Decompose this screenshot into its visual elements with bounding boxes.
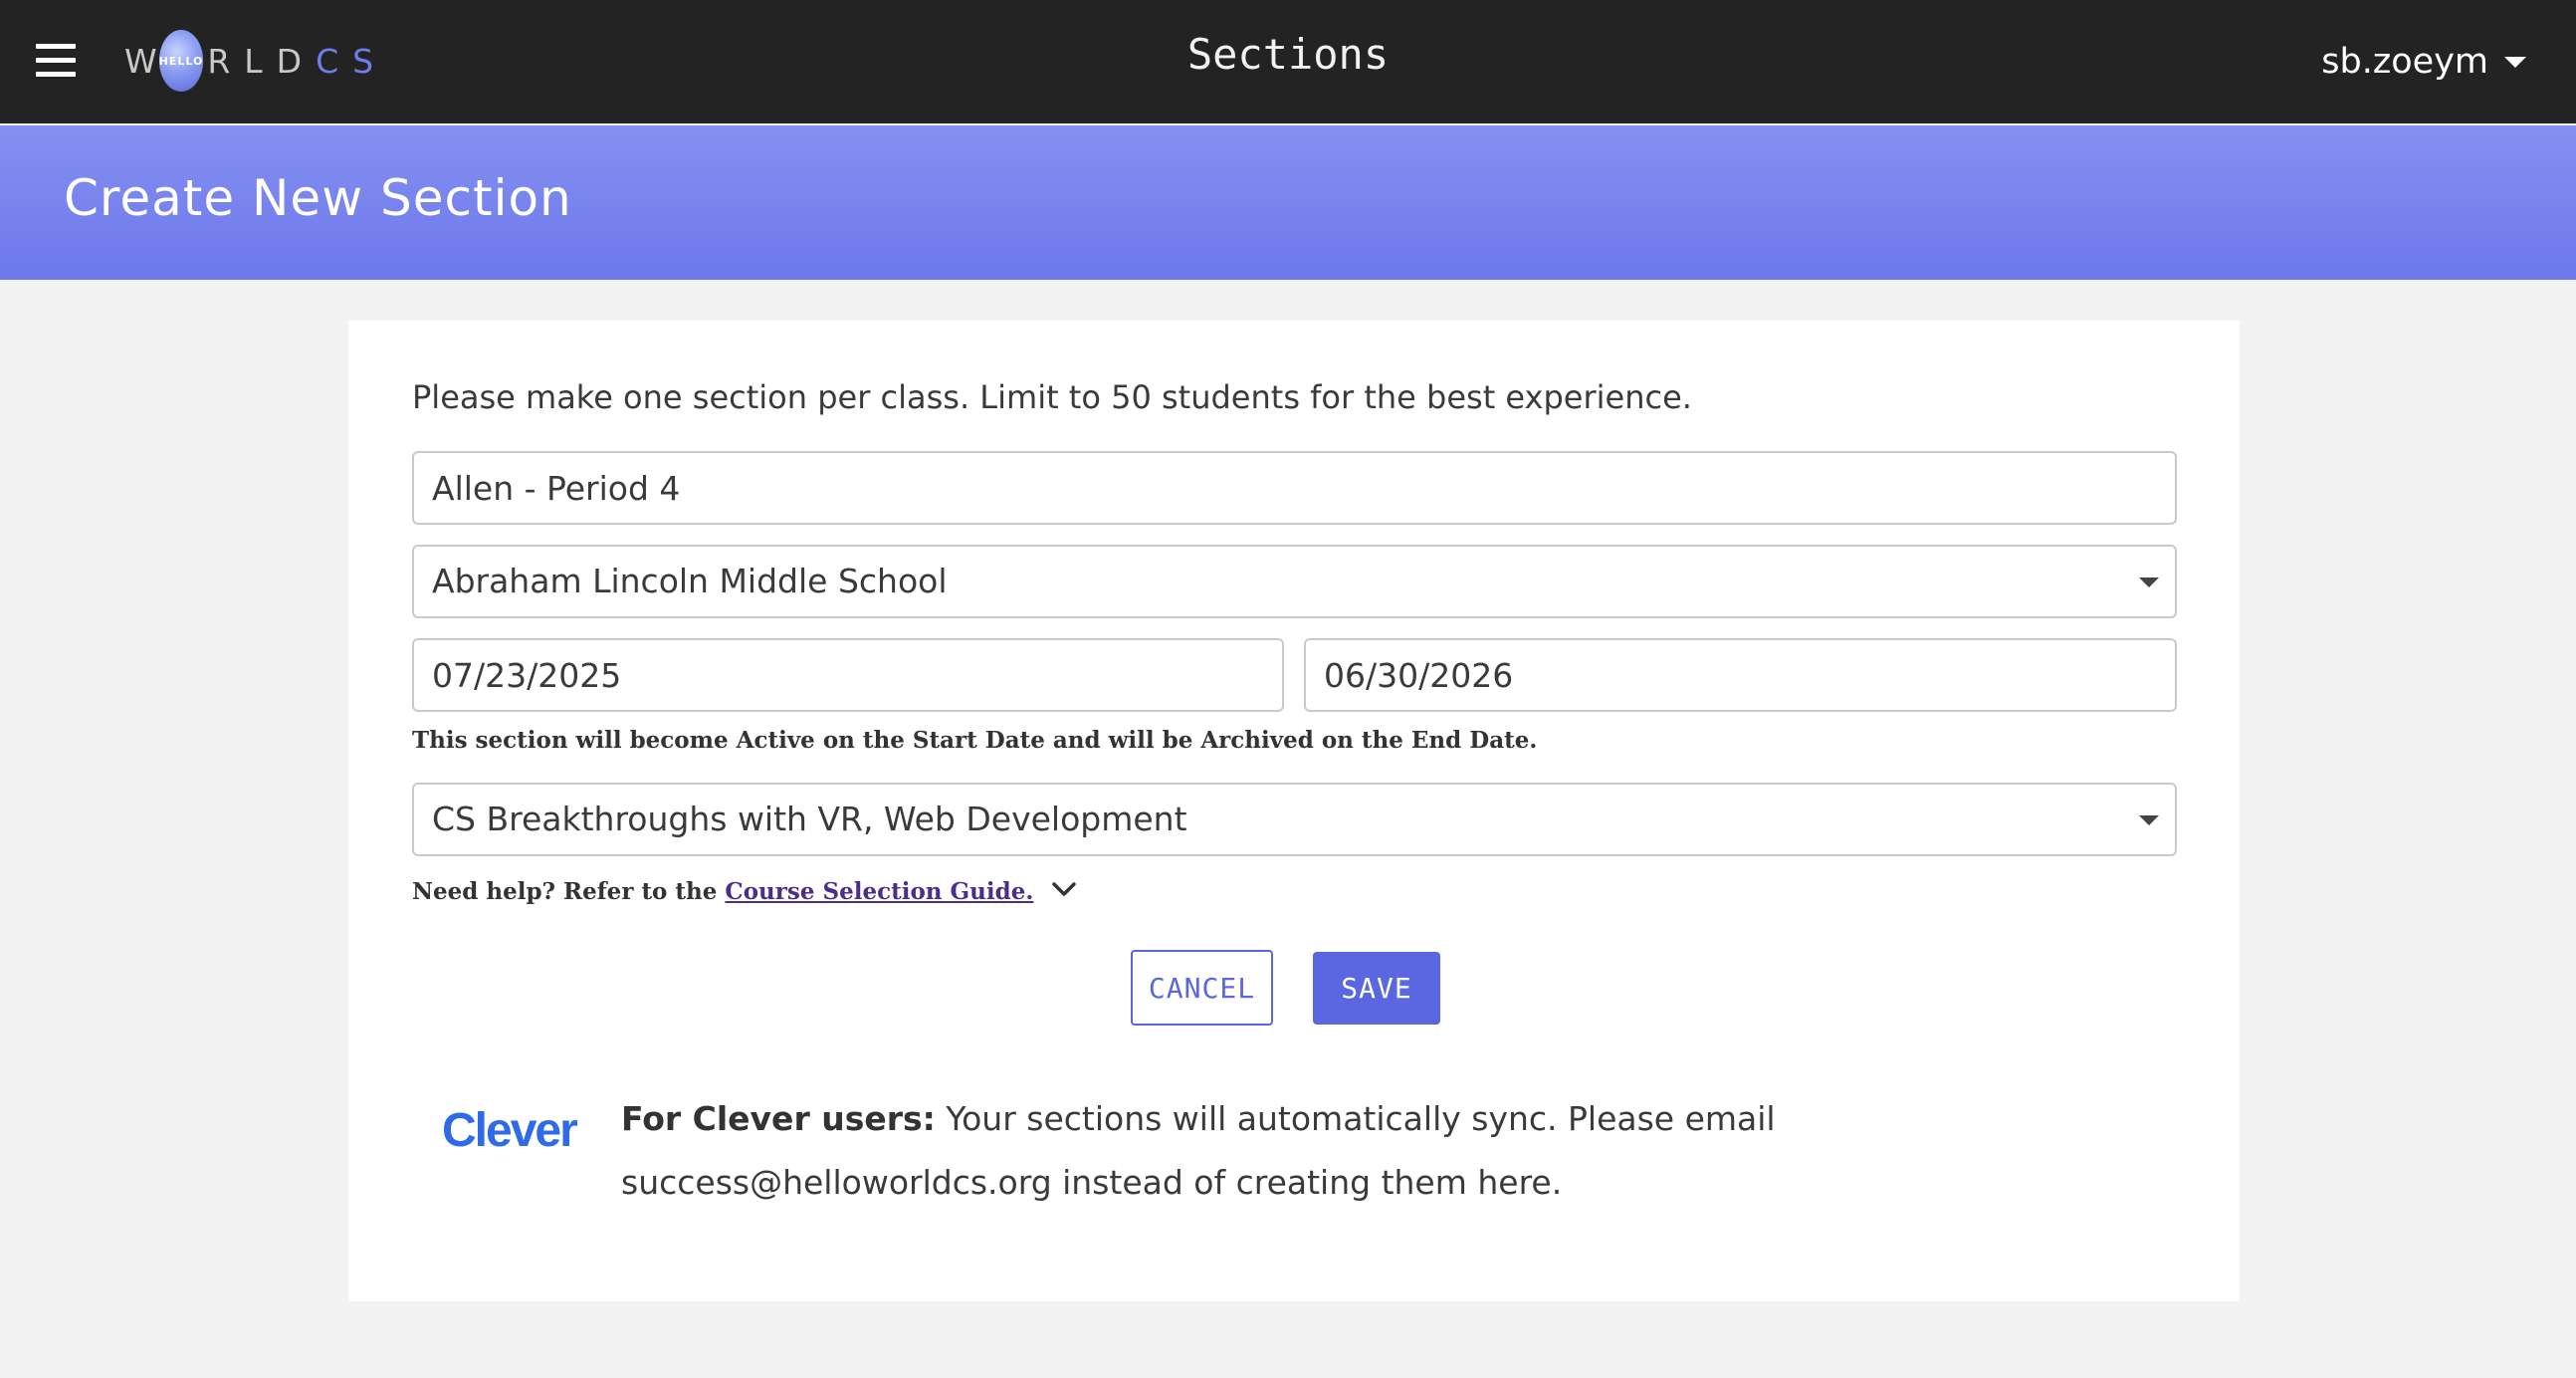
section-name-field[interactable] (412, 451, 2177, 525)
cancel-button[interactable]: CANCEL (1131, 950, 1273, 1026)
courses-select[interactable]: CS Breakthroughs with VR, Web Developmen… (412, 783, 2177, 856)
date-note: This section will become Active on the S… (412, 727, 1538, 754)
create-section-form: Please make one section per class. Limit… (348, 321, 2240, 1301)
courses-select-value: CS Breakthroughs with VR, Web Developmen… (432, 800, 1187, 838)
help-prefix: Need help? Refer to the (412, 878, 726, 905)
username: sb.zoeym (2321, 42, 2488, 82)
end-date-field[interactable] (1304, 638, 2177, 712)
header-banner: Create New Section (0, 125, 2576, 280)
start-date-input[interactable] (414, 640, 1282, 710)
school-select-value: Abraham Lincoln Middle School (432, 562, 948, 600)
caret-down-icon (2139, 577, 2159, 587)
caret-down-icon (2504, 56, 2526, 68)
help-note: Need help? Refer to the Course Selection… (412, 878, 1077, 905)
clever-info-bold: For Clever users: (621, 1099, 936, 1138)
intro-text: Please make one section per class. Limit… (412, 378, 1692, 416)
clever-info: For Clever users: Your sections will aut… (621, 1087, 1855, 1215)
user-menu[interactable]: sb.zoeym (2321, 36, 2526, 88)
end-date-input[interactable] (1306, 640, 2175, 710)
top-navigation-bar: W HELLO RLD CS Sections sb.zoeym (0, 0, 2576, 123)
save-button[interactable]: SAVE (1313, 952, 1440, 1025)
section-name-input[interactable] (414, 453, 2175, 523)
page-title: Sections (1186, 30, 1390, 79)
start-date-field[interactable] (412, 638, 1284, 712)
school-select[interactable]: Abraham Lincoln Middle School (412, 545, 2177, 618)
caret-down-icon (2139, 815, 2159, 825)
clever-logo: Clever (442, 1104, 578, 1157)
course-selection-guide-link[interactable]: Course Selection Guide. (725, 878, 1033, 905)
banner-title: Create New Section (64, 169, 572, 227)
chevron-down-icon[interactable] (1051, 881, 1077, 897)
